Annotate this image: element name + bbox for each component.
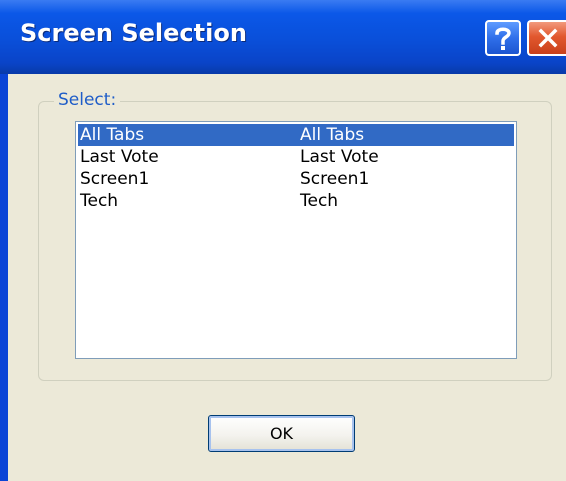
list-item-name: Tech xyxy=(80,191,119,211)
list-item-value: Last Vote xyxy=(300,147,379,167)
list-item-last-vote[interactable]: Last Vote Last Vote xyxy=(78,146,514,168)
window-title: Screen Selection xyxy=(20,19,247,47)
close-button[interactable] xyxy=(527,20,566,56)
list-item-name: Screen1 xyxy=(80,169,150,189)
close-icon xyxy=(537,27,559,49)
dialog-window: Screen Selection Select: All Tabs All Ta… xyxy=(0,0,566,481)
list-item-name: All Tabs xyxy=(80,125,145,145)
dialog-client-area: Select: All Tabs All Tabs Last Vote Last… xyxy=(8,74,566,481)
list-item-name: Last Vote xyxy=(80,147,159,167)
ok-button[interactable]: OK xyxy=(208,415,355,452)
group-label: Select: xyxy=(54,90,121,110)
help-button[interactable] xyxy=(485,20,521,56)
list-item-screen1[interactable]: Screen1 Screen1 xyxy=(78,168,514,190)
list-item-all-tabs[interactable]: All Tabs All Tabs xyxy=(78,124,514,146)
help-icon xyxy=(492,25,514,51)
list-item-value: Tech xyxy=(300,191,339,211)
screen-listbox[interactable]: All Tabs All Tabs Last Vote Last Vote Sc… xyxy=(75,121,517,359)
list-item-tech[interactable]: Tech Tech xyxy=(78,190,514,212)
list-item-value: All Tabs xyxy=(300,125,365,145)
list-item-value: Screen1 xyxy=(300,169,370,189)
title-bar[interactable]: Screen Selection xyxy=(0,0,566,74)
